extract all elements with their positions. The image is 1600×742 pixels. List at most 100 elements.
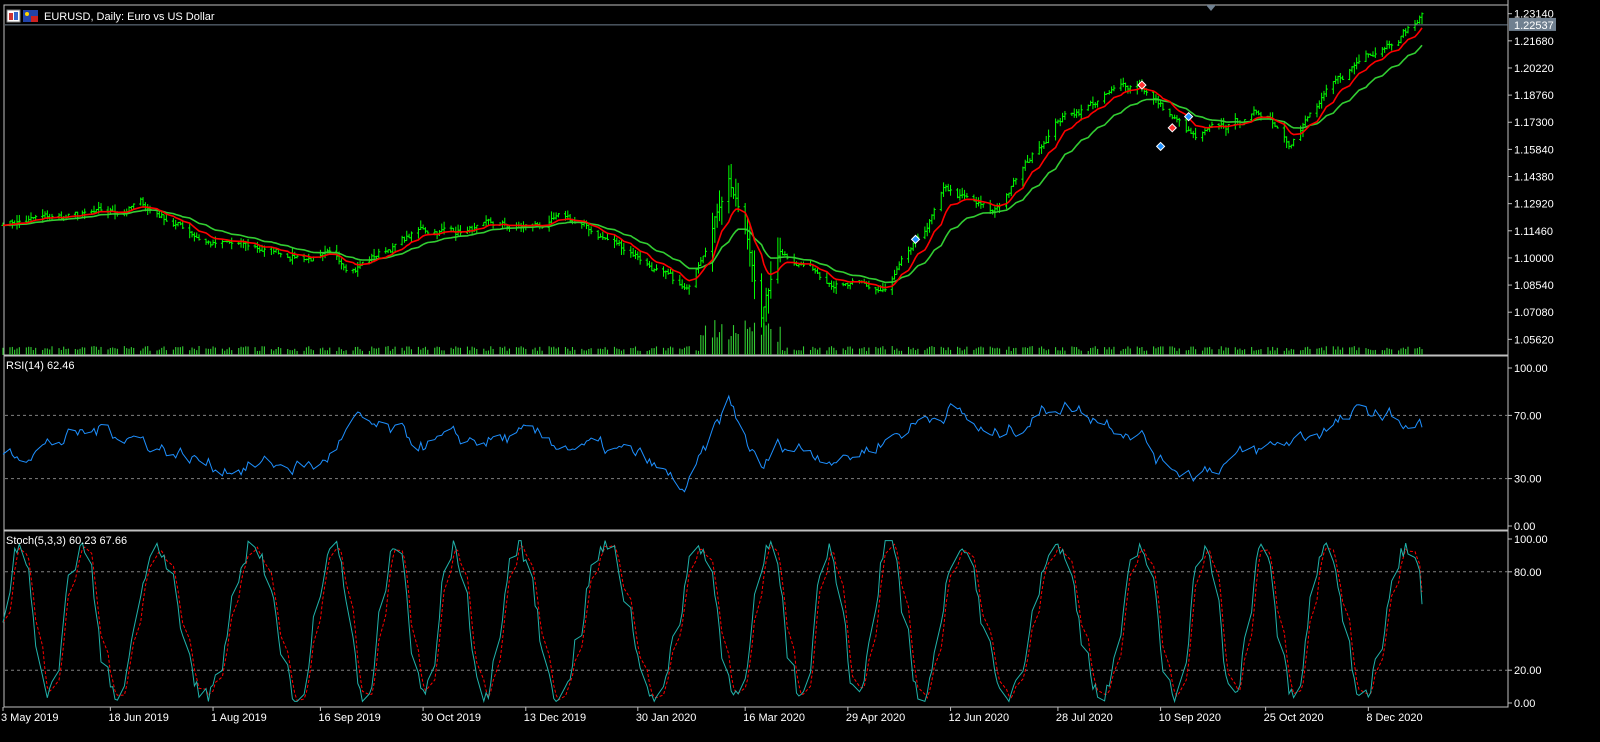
volume-bar: [305, 347, 307, 355]
volume-bar: [1125, 348, 1127, 355]
volume-bar: [256, 350, 258, 355]
time-tick-label: 13 Dec 2019: [524, 712, 586, 724]
volume-bar: [557, 347, 560, 355]
volume-bar: [245, 346, 247, 355]
volume-bar: [1309, 348, 1311, 355]
volume-bar: [721, 324, 723, 355]
volume-bar: [1325, 346, 1327, 355]
volume-bar: [1370, 349, 1372, 355]
time-tick-label: 3 May 2019: [1, 712, 58, 724]
volume-bar: [63, 346, 65, 355]
volume-bar: [156, 350, 158, 355]
volume-bar: [368, 350, 370, 355]
volume-bar: [294, 348, 296, 355]
volume-bar: [42, 349, 44, 355]
volume-bar: [1342, 347, 1344, 355]
volume-bar: [819, 347, 821, 355]
volume-bar: [957, 346, 959, 355]
volume-bar: [978, 347, 980, 355]
price-tick-label: 1.07080: [1514, 307, 1554, 319]
volume-bar: [875, 346, 877, 355]
volume-bar: [877, 348, 879, 355]
volume-bar: [992, 347, 994, 355]
volume-bar: [1337, 346, 1339, 355]
volume-bar: [548, 346, 550, 355]
volume-bar: [1234, 347, 1236, 355]
time-tick-label: 1 Aug 2019: [211, 712, 267, 724]
volume-bar: [1349, 347, 1351, 355]
volume-bar: [2, 347, 4, 355]
volume-bar: [809, 349, 812, 355]
volume-bar: [1421, 349, 1423, 355]
volume-bar: [1220, 346, 1222, 355]
volume-bar: [165, 350, 167, 355]
volume-bar: [1192, 346, 1194, 355]
time-tick-label: 8 Dec 2020: [1366, 712, 1422, 724]
volume-bar: [940, 346, 942, 355]
volume-bar: [637, 350, 639, 355]
volume-bar: [322, 347, 324, 355]
chart-window-icon[interactable]: [6, 9, 21, 23]
volume-bar: [501, 347, 504, 355]
volume-bar: [84, 347, 86, 355]
volume-bar: [161, 347, 163, 355]
volume-bar: [613, 346, 616, 355]
volume-bar: [945, 350, 947, 355]
volume-bar: [1122, 349, 1124, 355]
volume-bar: [44, 348, 46, 355]
volume-bar: [632, 348, 634, 355]
volume-bar: [1244, 349, 1246, 355]
volume-bar: [1356, 350, 1358, 355]
volume-bar: [385, 346, 387, 355]
volume-bar: [751, 331, 753, 355]
volume-bar: [95, 346, 97, 355]
trading-chart[interactable]: 1.231401.216801.202201.187601.173001.158…: [0, 0, 1600, 742]
volume-bar: [11, 346, 13, 355]
volume-bar: [319, 348, 321, 355]
volume-bar: [1029, 346, 1031, 355]
volume-bar: [716, 337, 718, 355]
chart-background: [0, 0, 1600, 742]
volume-bar: [1041, 346, 1043, 355]
volume-bar: [1171, 346, 1173, 355]
volume-bar: [735, 332, 737, 355]
volume-bar: [737, 333, 739, 355]
volume-bar: [1416, 348, 1418, 355]
volume-bar: [67, 348, 69, 355]
volume-bar: [999, 348, 1001, 355]
volume-bar: [767, 323, 770, 355]
volume-bar: [91, 346, 93, 355]
volume-bar: [389, 350, 391, 355]
volume-bar: [1407, 346, 1409, 355]
rsi-title: RSI(14) 62.46: [6, 360, 74, 372]
volume-bar: [669, 346, 672, 355]
volume-bar: [898, 350, 900, 355]
volume-bar: [247, 346, 249, 355]
volume-bar: [597, 348, 599, 355]
volume-bar: [1013, 348, 1015, 355]
time-tick-label: 29 Apr 2020: [846, 712, 905, 724]
volume-bar: [1260, 349, 1262, 355]
volume-bar: [35, 347, 37, 355]
volume-bar: [1339, 349, 1341, 355]
volume-bar: [760, 334, 763, 355]
volume-bar: [483, 348, 485, 355]
volume-bar: [303, 350, 305, 355]
volume-bar: [861, 348, 863, 355]
volume-bar: [142, 348, 144, 355]
volume-bar: [434, 347, 436, 355]
stochastic-tick-label: 0.00: [1514, 698, 1535, 710]
volume-bar: [1162, 346, 1164, 355]
volume-bar: [975, 348, 977, 355]
volume-bar: [1353, 346, 1355, 355]
volume-bar: [683, 347, 686, 355]
volume-bar: [1302, 349, 1304, 355]
volume-bar: [1048, 349, 1050, 355]
volume-bar: [329, 347, 331, 355]
volume-bar: [730, 336, 732, 355]
volume-bar: [336, 350, 338, 355]
volume-bar: [1027, 347, 1029, 355]
volume-bar: [1129, 348, 1131, 355]
time-tick-label: 12 Jun 2020: [949, 712, 1010, 724]
volume-bar: [81, 347, 83, 355]
